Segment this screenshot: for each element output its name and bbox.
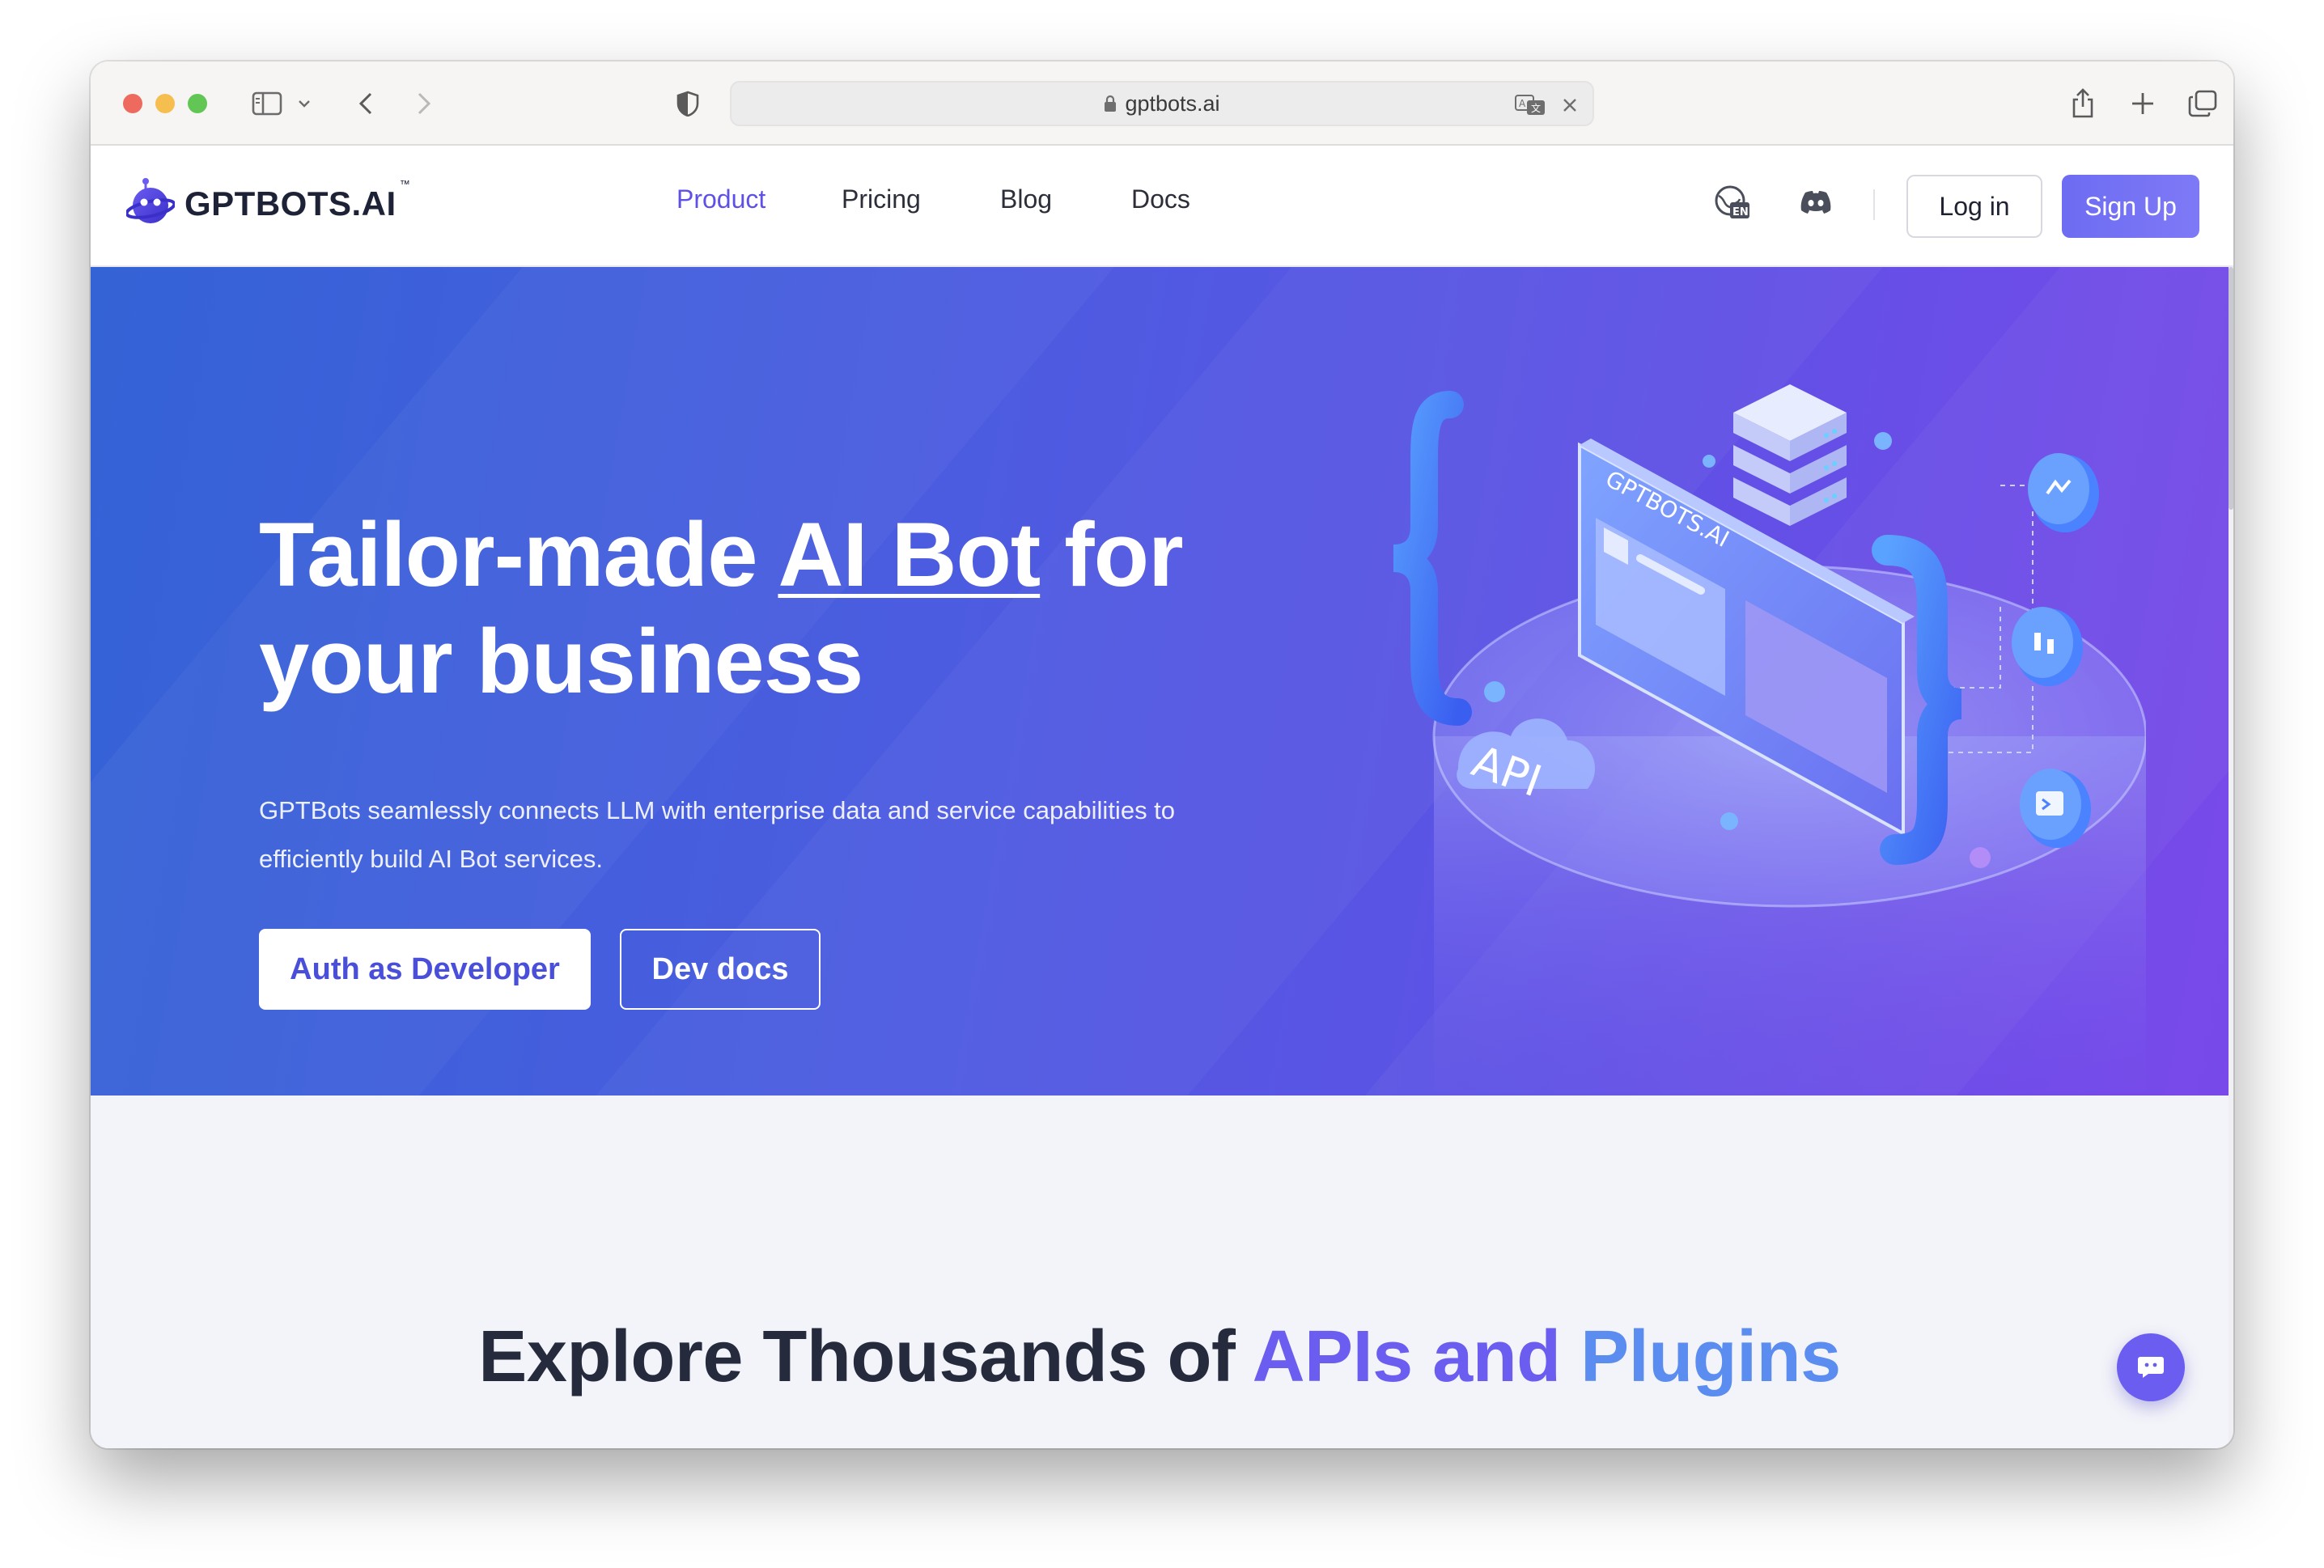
logo-trademark: ™: [399, 178, 410, 190]
apis-plugins-section: Explore Thousands of APIs and Plugins: [91, 1095, 2229, 1448]
orb-decoration: [1970, 847, 1991, 868]
close-window-button[interactable]: [123, 94, 142, 113]
orb-decoration: [1484, 681, 1505, 702]
browser-toolbar: gptbots.ai A文: [91, 61, 2233, 146]
nav-docs[interactable]: Docs: [1131, 184, 1190, 214]
site-header: GPTBOTS.AI ™ Product Pricing Blog Docs E…: [91, 146, 2233, 267]
signup-button[interactable]: Sign Up: [2062, 175, 2199, 238]
section-title-part2: APIs and: [1252, 1316, 1562, 1397]
discord-icon[interactable]: [1796, 183, 1835, 222]
scrollbar-thumb[interactable]: [2229, 267, 2233, 510]
auth-developer-button[interactable]: Auth as Developer: [259, 929, 591, 1010]
section-title-part3: Plugins: [1560, 1316, 1841, 1397]
server-stack-icon: [1733, 384, 1847, 526]
tab-overview-icon[interactable]: [2185, 86, 2220, 121]
orb-decoration: [1703, 455, 1715, 468]
section-title: Explore Thousands of APIs and Plugins: [91, 1316, 2229, 1399]
share-icon[interactable]: [2065, 86, 2101, 121]
chat-widget-button[interactable]: [2117, 1333, 2185, 1401]
back-icon[interactable]: [350, 86, 382, 121]
nav-pricing[interactable]: Pricing: [842, 184, 921, 214]
translate-icon[interactable]: A文: [1515, 94, 1546, 117]
logo-icon: [126, 178, 175, 223]
logo[interactable]: GPTBOTS.AI ™: [126, 175, 410, 233]
orb-decoration: [1720, 812, 1738, 830]
browser-window: gptbots.ai A文 GPTBOTS.AI ™ Product Prici…: [91, 61, 2233, 1448]
chat-bubble-icon: [2138, 1357, 2164, 1378]
svg-text:A: A: [1519, 98, 1526, 109]
hero-title: Tailor-made AI Bot for your business: [259, 502, 1311, 715]
maximize-window-button[interactable]: [188, 94, 207, 113]
svg-text:文: 文: [1531, 102, 1541, 114]
orb-decoration: [1874, 432, 1892, 450]
sidebar-icon[interactable]: [249, 86, 285, 121]
hero-subtitle: GPTBots seamlessly connects LLM with ent…: [259, 796, 1176, 873]
login-button[interactable]: Log in: [1906, 175, 2042, 238]
logo-text: GPTBOTS.AI: [184, 184, 397, 222]
nav-product[interactable]: Product: [676, 184, 765, 214]
address-bar[interactable]: gptbots.ai A文: [730, 81, 1594, 126]
new-tab-icon[interactable]: [2125, 86, 2161, 121]
header-divider: [1873, 189, 1875, 220]
hero-title-part1: Tailor-made: [259, 504, 778, 605]
messenger-icon: [2028, 453, 2099, 532]
nav-blog[interactable]: Blog: [1000, 184, 1052, 214]
url-text: gptbots.ai: [1125, 91, 1220, 116]
language-en-icon[interactable]: EN: [1712, 183, 1751, 222]
section-title-part1: Explore Thousands of: [478, 1316, 1253, 1397]
svg-text:EN: EN: [1732, 206, 1749, 218]
forward-icon[interactable]: [408, 86, 440, 121]
privacy-shield-icon[interactable]: [672, 86, 704, 121]
chevron-down-icon[interactable]: [295, 86, 314, 121]
dev-docs-button[interactable]: Dev docs: [620, 929, 821, 1010]
close-icon[interactable]: [1562, 94, 1578, 117]
lock-icon: [1104, 95, 1117, 112]
left-brace: [1392, 391, 1472, 726]
hero-section: Tailor-made AI Bot for your business GPT…: [91, 267, 2229, 1095]
hero-illustration: GPTBOTS.AI API: [1392, 384, 2146, 1092]
minimize-window-button[interactable]: [155, 94, 175, 113]
hero-title-highlight: AI Bot: [778, 504, 1041, 605]
